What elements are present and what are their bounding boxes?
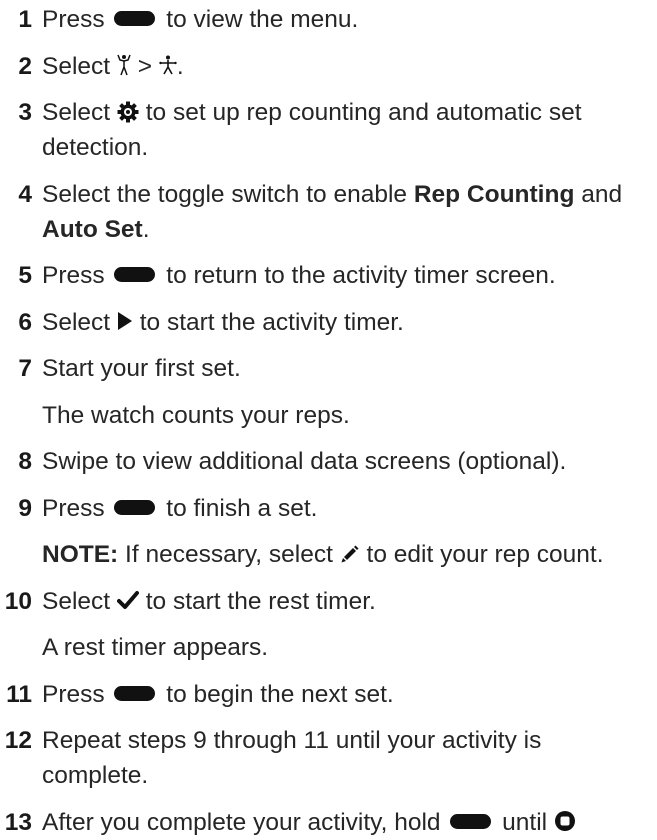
pencil-icon [341, 545, 359, 563]
step-text: Swipe to view additional data screens (o… [42, 448, 567, 475]
step-text: Press [42, 494, 105, 522]
step-number: 5 [18, 262, 32, 289]
step-number: 7 [18, 355, 32, 382]
gear-icon [117, 101, 139, 123]
step-number: 12 [4, 727, 32, 754]
step-number: 11 [6, 680, 32, 708]
rep-counting-label: Rep Counting [413, 180, 575, 208]
checkmark-icon [116, 591, 139, 610]
step-2: 2 Select > . [0, 49, 657, 84]
action-button-icon [450, 813, 492, 829]
step-7: 7 Start your first set. The watch counts… [0, 351, 657, 433]
step-1: 1 Press to view the menu. [0, 2, 657, 37]
stop-icon [554, 811, 575, 832]
step-text: . [142, 215, 150, 243]
play-icon [117, 312, 132, 331]
auto-set-label: Auto Set [42, 215, 143, 243]
step-text: to return to the activity timer screen. [166, 262, 556, 289]
note-label: NOTE: [42, 541, 119, 568]
step-4: 4 Select the toggle switch to enable Rep… [0, 177, 657, 247]
step-11: 11 Press to begin the next set. [0, 677, 657, 712]
step-text: Press [42, 262, 105, 289]
step-result: A rest timer appears. [42, 634, 269, 661]
step-number: 10 [4, 587, 32, 615]
step-10: 10 Select to start the rest timer. A res… [0, 584, 657, 666]
step-text: > [137, 52, 153, 80]
step-text: Select [42, 52, 111, 80]
step-text: Select [42, 587, 111, 615]
note: NOTE: If necessary, select to edit your … [42, 537, 649, 572]
step-text: to start the activity timer. [139, 308, 404, 336]
strength-activity-icon [117, 54, 131, 76]
step-text: Repeat steps 9 through 11 until your act… [42, 727, 542, 789]
note-text: If necessary, select [125, 541, 333, 568]
step-number: 4 [18, 180, 32, 208]
step-text: Select [42, 308, 111, 336]
step-text: Press [42, 680, 105, 708]
step-text: and [581, 180, 623, 208]
step-text: until [502, 808, 548, 836]
step-text: After you complete your activity, hold [42, 808, 441, 836]
step-number: 3 [18, 99, 32, 126]
instruction-list: 1 Press to view the menu. 2 Select > . 3… [0, 0, 657, 840]
step-13: 13 After you complete your activity, hol… [0, 805, 657, 840]
step-text: Select [42, 99, 111, 126]
step-text: Press [42, 6, 105, 33]
step-number: 6 [18, 308, 32, 336]
more-activities-icon [159, 55, 177, 75]
step-9: 9 Press to finish a set. NOTE: If necess… [0, 491, 657, 573]
step-6: 6 Select to start the activity timer. [0, 305, 657, 340]
action-button-icon [114, 685, 156, 701]
step-number: 8 [18, 448, 32, 475]
action-button-icon [114, 267, 156, 283]
step-number: 9 [18, 494, 32, 522]
step-number: 1 [18, 6, 32, 33]
note-text: to edit your rep count. [366, 541, 604, 568]
step-text: to view the menu. [166, 6, 359, 33]
step-3: 3 Select to set up rep counting and auto… [0, 95, 657, 165]
action-button-icon [114, 499, 156, 515]
step-result: The watch counts your reps. [42, 401, 350, 429]
action-button-icon [114, 11, 156, 27]
step-text: to finish a set. [166, 494, 318, 522]
step-text: Start your first set. [42, 355, 241, 382]
step-number: 13 [4, 808, 32, 836]
step-text: to begin the next set. [166, 680, 394, 708]
step-text: . [176, 52, 184, 80]
step-5: 5 Press to return to the activity timer … [0, 258, 657, 293]
step-8: 8 Swipe to view additional data screens … [0, 444, 657, 479]
step-12: 12 Repeat steps 9 through 11 until your … [0, 723, 657, 793]
step-number: 2 [18, 52, 32, 80]
step-text: to start the rest timer. [145, 587, 376, 615]
step-text: Select the toggle switch to enable [42, 180, 408, 208]
